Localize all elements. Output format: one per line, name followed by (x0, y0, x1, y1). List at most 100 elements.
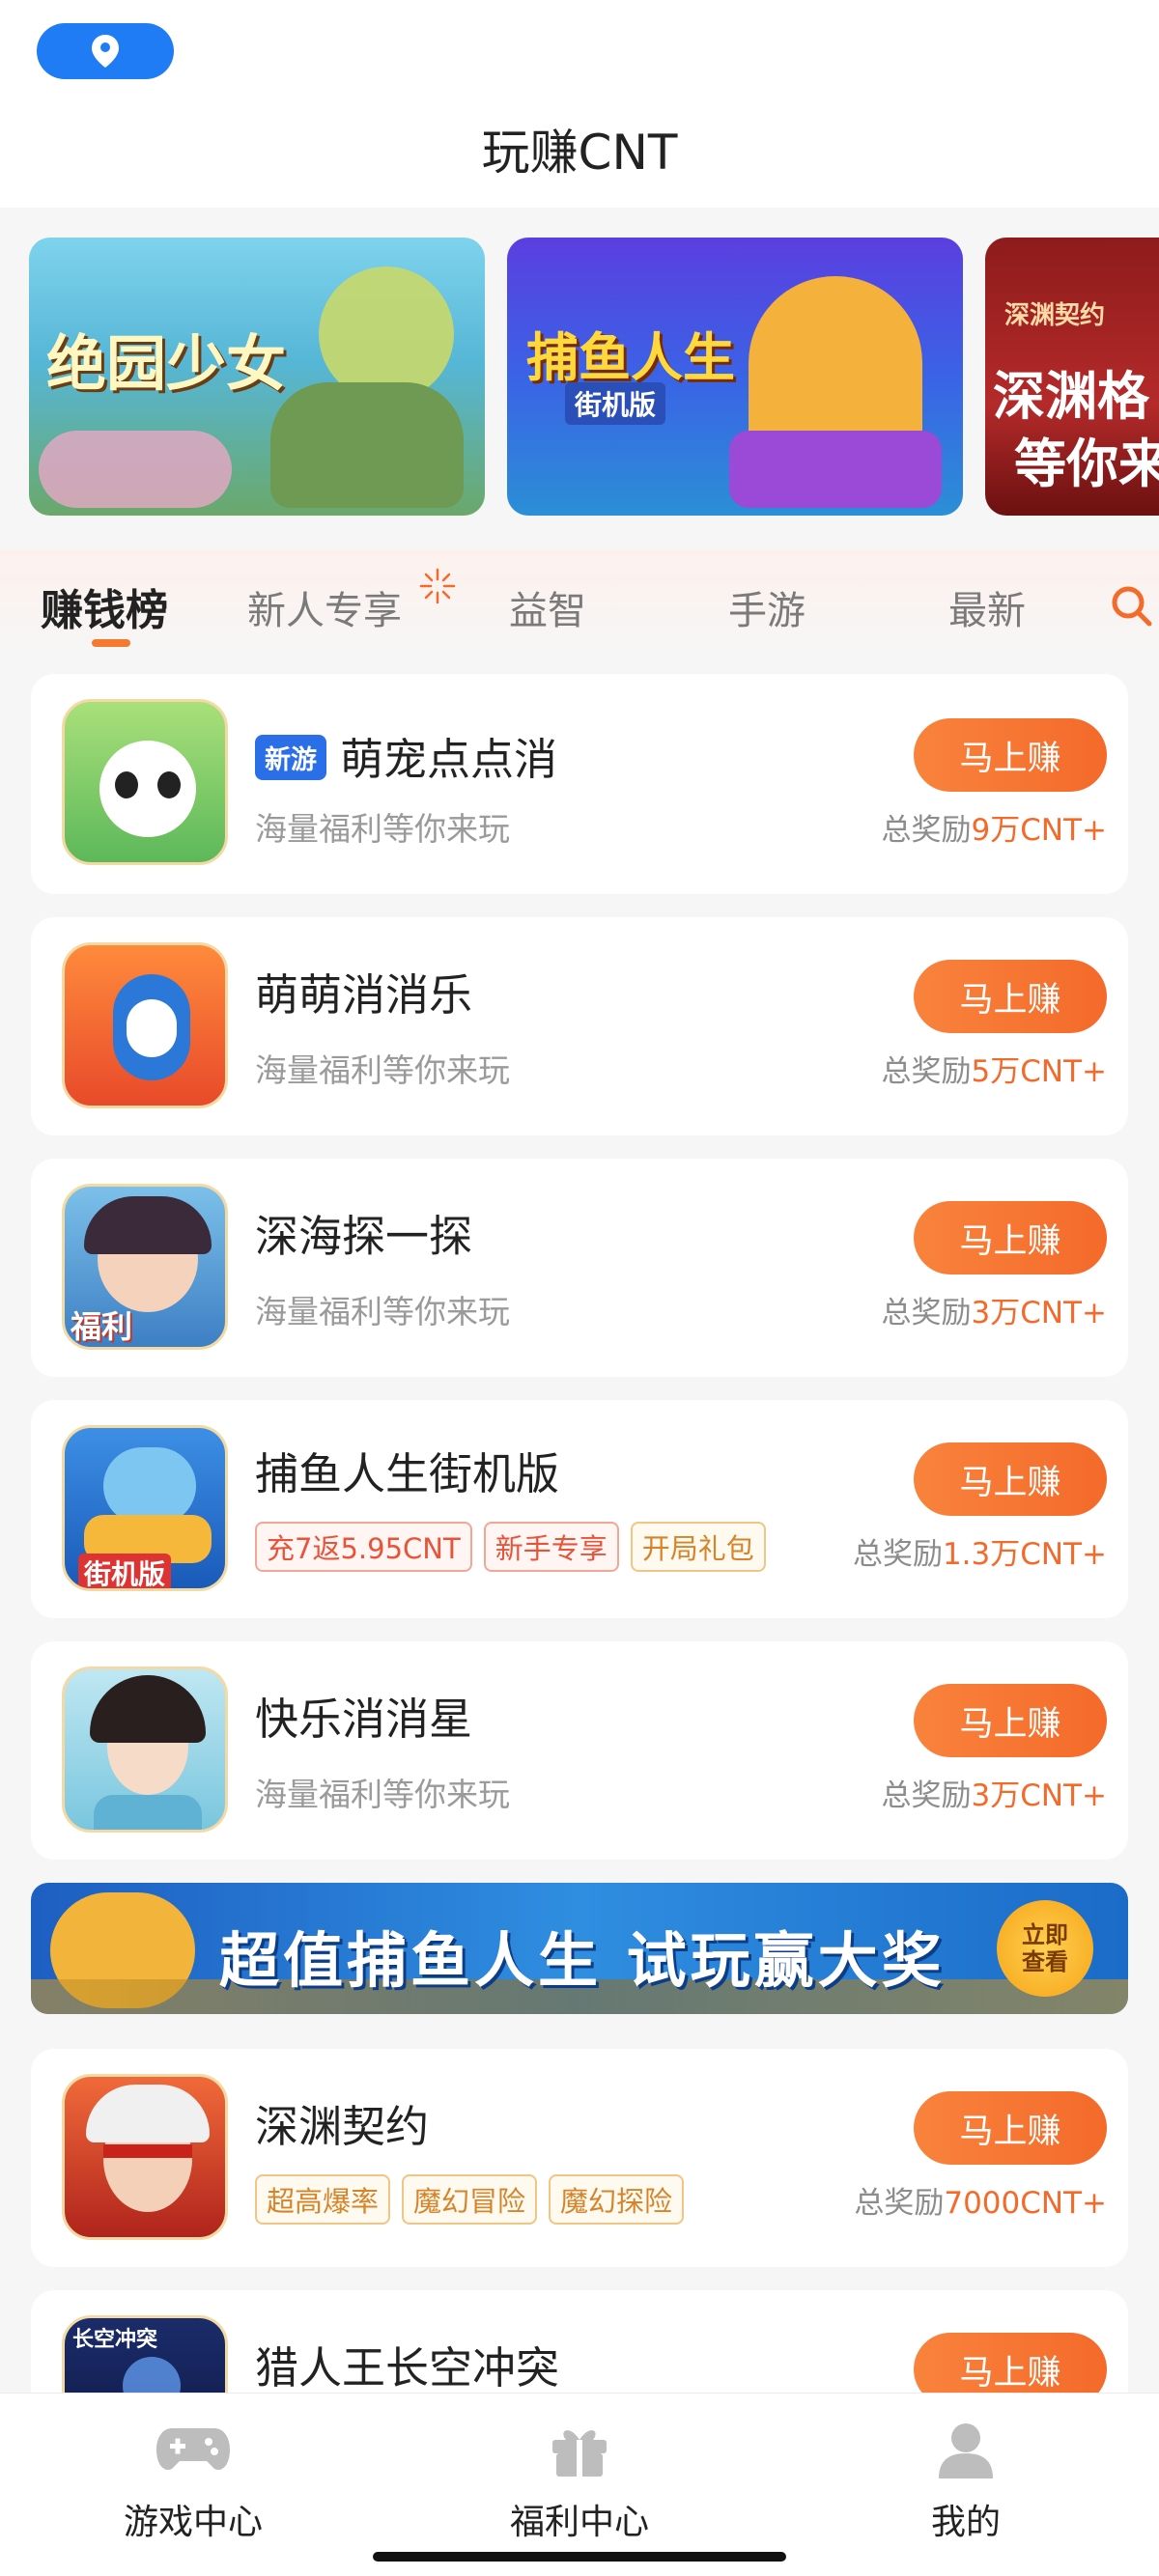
game-subtitle: 海量福利等你来玩 (255, 810, 510, 848)
banner-title: 深渊格 (993, 366, 1149, 427)
game-name: 捕鱼人生街机版 (255, 1448, 560, 1499)
game-name: 萌宠点点消 (340, 734, 558, 785)
game-name: 萌萌消消乐 (255, 969, 473, 1021)
game-subtitle: 海量福利等你来玩 (255, 1776, 510, 1813)
game-tag: 魔幻探险 (549, 2174, 685, 2225)
game-name-row: 新游 萌宠点点消 (255, 724, 557, 787)
game-name: 深海探一探 (255, 1211, 473, 1262)
game-tag: 新手专享 (483, 1522, 619, 1572)
banner-title: 捕鱼人生 (526, 327, 735, 388)
game-icon: 街机版 (62, 1425, 228, 1591)
reward-amount: 1.3万CNT+ (942, 1537, 1107, 1572)
search-icon (1112, 586, 1152, 627)
earn-now-button[interactable]: 马上赚 (914, 1442, 1107, 1516)
location-pin-icon (92, 35, 119, 68)
game-card[interactable]: 萌萌消消乐 海量福利等你来玩 马上赚 总奖励5万CNT+ (31, 917, 1128, 1135)
nav-welfare-center[interactable]: 福利中心 (464, 2421, 695, 2544)
icon-label: 长空冲突 (72, 2328, 158, 2352)
banner-card[interactable]: 深渊契约 深渊格 等你来 (985, 238, 1159, 516)
game-card[interactable]: 新游 萌宠点点消 海量福利等你来玩 马上赚 总奖励9万CNT+ (31, 674, 1128, 894)
reward-prefix: 总奖励 (881, 813, 972, 848)
game-tag: 魔幻冒险 (402, 2174, 538, 2225)
category-tabs: 赚钱榜 新人专享 益智 手游 最新 (0, 550, 1159, 657)
new-game-badge: 新游 (255, 735, 326, 780)
location-button[interactable] (37, 23, 174, 79)
game-card[interactable]: 快乐消消星 海量福利等你来玩 马上赚 总奖励3万CNT+ (31, 1641, 1128, 1860)
game-icon (62, 699, 228, 865)
tab-mobile-games[interactable]: 手游 (728, 579, 806, 635)
game-subtitle: 海量福利等你来玩 (255, 1293, 510, 1330)
game-card[interactable]: 福利 深海探一探 海量福利等你来玩 马上赚 总奖励3万CNT+ (31, 1159, 1128, 1377)
total-reward: 总奖励1.3万CNT+ (853, 1529, 1107, 1573)
icon-label: 福利 (71, 1308, 133, 1345)
icon-label: 街机版 (78, 1554, 172, 1588)
game-subtitle: 海量福利等你来玩 (255, 1051, 510, 1089)
tab-puzzle[interactable]: 益智 (509, 579, 586, 635)
game-tags: 充7返5.95CNT 新手专享 开局礼包 (255, 1522, 766, 1572)
bottom-navigation: 游戏中心 福利中心 我的 (0, 2393, 1159, 2576)
reward-amount: 9万CNT+ (971, 813, 1107, 848)
reward-amount: 5万CNT+ (971, 1054, 1107, 1089)
earn-now-button[interactable]: 马上赚 (914, 718, 1107, 792)
game-name: 快乐消消星 (255, 1694, 473, 1745)
promo-button-line: 立即 (1022, 1921, 1068, 1948)
reward-prefix: 总奖励 (881, 1296, 972, 1330)
total-reward: 总奖励3万CNT+ (882, 1288, 1107, 1331)
game-name: 猎人王长空冲突 (255, 2342, 560, 2394)
game-tag: 超高爆率 (255, 2174, 391, 2225)
banner-subtitle: 等你来 (1014, 434, 1159, 494)
game-icon (62, 942, 228, 1108)
banner-carousel[interactable]: 绝园少女 捕鱼人生 街机版 深渊契约 深渊格 等你来 (0, 232, 1159, 521)
reward-amount: 7000CNT+ (944, 2186, 1107, 2221)
gamepad-icon (156, 2428, 230, 2471)
tab-label: 新人专享 (247, 589, 402, 633)
game-tag: 开局礼包 (630, 1522, 766, 1572)
tab-earn-ranking[interactable]: 赚钱榜 (41, 575, 168, 637)
game-tag: 充7返5.95CNT (255, 1522, 472, 1572)
earn-now-button[interactable]: 马上赚 (914, 1684, 1107, 1757)
page-title: 玩赚CNT (481, 125, 678, 181)
gift-icon (552, 2430, 607, 2477)
game-icon (62, 2074, 228, 2240)
game-card[interactable]: 街机版 捕鱼人生街机版 充7返5.95CNT 新手专享 开局礼包 马上赚 总奖励… (31, 1400, 1128, 1618)
game-name: 深渊契约 (255, 2101, 430, 2152)
active-tab-indicator (92, 639, 130, 647)
game-tags: 超高爆率 魔幻冒险 魔幻探险 (255, 2174, 685, 2225)
reward-prefix: 总奖励 (881, 1778, 972, 1813)
nav-label: 我的 (930, 2503, 1001, 2542)
banner-top-text: 深渊契约 (1004, 301, 1106, 330)
game-icon: 福利 (62, 1184, 228, 1350)
nav-label: 游戏中心 (123, 2503, 263, 2542)
reward-prefix: 总奖励 (852, 1537, 943, 1572)
reward-prefix: 总奖励 (854, 2186, 945, 2221)
search-button[interactable] (1109, 583, 1155, 630)
user-icon (939, 2423, 993, 2478)
reward-amount: 3万CNT+ (971, 1296, 1107, 1330)
view-now-button[interactable]: 立即 查看 (997, 1900, 1093, 1997)
app-header: 玩赚CNT (0, 0, 1159, 208)
game-icon (62, 1666, 228, 1833)
banner-title: 绝园少女 (46, 328, 287, 399)
nav-mine[interactable]: 我的 (850, 2421, 1082, 2544)
earn-now-button[interactable]: 马上赚 (914, 960, 1107, 1033)
home-indicator[interactable] (373, 2552, 786, 2562)
nav-label: 福利中心 (509, 2503, 649, 2542)
total-reward: 总奖励9万CNT+ (882, 805, 1107, 849)
reward-amount: 3万CNT+ (971, 1778, 1107, 1813)
banner-subtitle: 街机版 (565, 382, 666, 425)
promo-title: 超值捕鱼人生 试玩赢大奖 (219, 1925, 946, 1996)
total-reward: 总奖励5万CNT+ (882, 1047, 1107, 1090)
earn-now-button[interactable]: 马上赚 (914, 2091, 1107, 2165)
game-card[interactable]: 深渊契约 超高爆率 魔幻冒险 魔幻探险 马上赚 总奖励7000CNT+ (31, 2049, 1128, 2267)
reward-prefix: 总奖励 (881, 1054, 972, 1089)
banner-card[interactable]: 绝园少女 (29, 238, 485, 516)
nav-game-center[interactable]: 游戏中心 (77, 2421, 309, 2544)
tab-newcomer[interactable]: 新人专享 (247, 568, 456, 635)
total-reward: 总奖励7000CNT+ (854, 2178, 1107, 2222)
promo-banner[interactable]: 超值捕鱼人生 试玩赢大奖 立即 查看 (31, 1883, 1128, 2014)
total-reward: 总奖励3万CNT+ (882, 1771, 1107, 1814)
banner-card[interactable]: 捕鱼人生 街机版 (507, 238, 963, 516)
sparkle-icon (419, 568, 456, 604)
tab-latest[interactable]: 最新 (948, 579, 1026, 635)
earn-now-button[interactable]: 马上赚 (914, 1201, 1107, 1274)
